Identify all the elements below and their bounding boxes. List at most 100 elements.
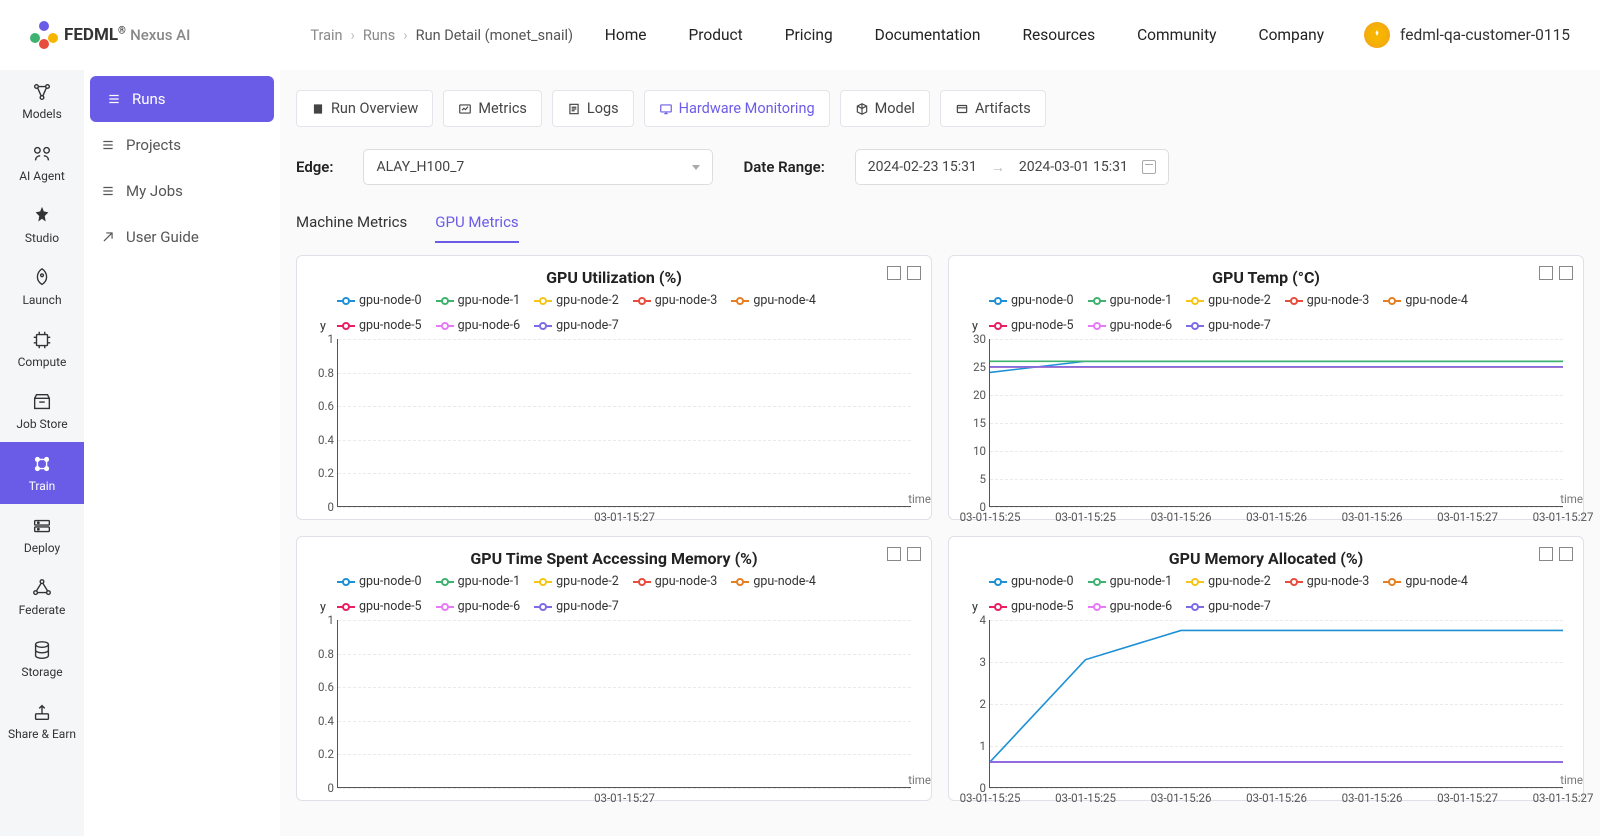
legend-item[interactable]: gpu-node-4 — [731, 574, 816, 589]
topmenu-item-product[interactable]: Product — [689, 26, 743, 44]
legend-item[interactable]: gpu-node-4 — [731, 293, 816, 308]
rail-label: AI Agent — [19, 169, 65, 183]
legend-item[interactable]: gpu-node-5 — [989, 599, 1074, 614]
user-menu[interactable]: fedml-qa-customer-0115 — [1364, 22, 1570, 48]
rail-item-job-store[interactable]: Job Store — [0, 380, 84, 442]
rail-item-studio[interactable]: Studio — [0, 194, 84, 256]
legend-item[interactable]: gpu-node-4 — [1383, 574, 1468, 589]
chart-legend: gpu-node-0 gpu-node-1 gpu-node-2 gpu-node-3… — [959, 293, 1573, 337]
y-tick: 1 — [308, 332, 334, 346]
storage-icon — [31, 639, 53, 661]
edge-select[interactable]: ALAY_H100_7 — [363, 149, 713, 185]
rail-item-share-earn[interactable]: Share & Earn — [0, 690, 84, 752]
x-tick: 03-01-15:26 — [1246, 791, 1307, 805]
tab-metrics[interactable]: Metrics — [443, 90, 542, 127]
legend-item[interactable]: gpu-node-3 — [633, 574, 718, 589]
legend-item[interactable]: gpu-node-0 — [337, 574, 422, 589]
rail-item-models[interactable]: Models — [0, 70, 84, 132]
chart-plot[interactable]: y05101520253003-01-15:2503-01-15:2503-01… — [989, 339, 1563, 507]
legend-item[interactable]: gpu-node-3 — [1285, 293, 1370, 308]
tab-artifacts[interactable]: Artifacts — [940, 90, 1046, 127]
topmenu-item-home[interactable]: Home — [605, 26, 647, 44]
legend-item[interactable]: gpu-node-3 — [633, 293, 718, 308]
chart-zoom-icon[interactable] — [1539, 266, 1553, 280]
legend-item[interactable]: gpu-node-3 — [1285, 574, 1370, 589]
chart-reset-icon[interactable] — [1559, 266, 1573, 280]
legend-item[interactable]: gpu-node-5 — [337, 318, 422, 333]
legend-label: gpu-node-4 — [1405, 574, 1468, 589]
y-tick: 15 — [960, 416, 986, 430]
sidebar-item-my-jobs[interactable]: My Jobs — [84, 168, 280, 214]
subtab-machine-metrics[interactable]: Machine Metrics — [296, 207, 407, 243]
brand-name: FEDML® Nexus AI — [64, 25, 190, 45]
chart-reset-icon[interactable] — [907, 547, 921, 561]
legend-item[interactable]: gpu-node-0 — [337, 293, 422, 308]
brand-logo[interactable]: FEDML® Nexus AI — [30, 21, 190, 49]
tab-hardware-monitoring[interactable]: Hardware Monitoring — [644, 90, 830, 127]
legend-item[interactable]: gpu-node-4 — [1383, 293, 1468, 308]
legend-item[interactable]: gpu-node-1 — [1088, 293, 1173, 308]
tab-model[interactable]: Model — [840, 90, 930, 127]
topmenu-item-community[interactable]: Community — [1137, 26, 1216, 44]
legend-label: gpu-node-6 — [458, 318, 521, 333]
breadcrumb-train[interactable]: Train — [310, 27, 342, 44]
subtab-gpu-metrics[interactable]: GPU Metrics — [435, 207, 518, 243]
tab-logs[interactable]: Logs — [552, 90, 634, 127]
chart-plot[interactable]: y00.20.40.60.8103-01-15:27time — [337, 620, 911, 788]
legend-item[interactable]: gpu-node-0 — [989, 574, 1074, 589]
y-tick: 0.4 — [308, 433, 334, 447]
legend-item[interactable]: gpu-node-0 — [989, 293, 1074, 308]
rail-item-launch[interactable]: Launch — [0, 256, 84, 318]
rail-item-compute[interactable]: Compute — [0, 318, 84, 380]
sidebar-item-runs[interactable]: Runs — [90, 76, 274, 122]
federate-icon — [31, 577, 53, 599]
y-tick: 0.8 — [308, 366, 334, 380]
train-icon — [31, 453, 53, 475]
tab-label: Metrics — [478, 100, 527, 117]
legend-item[interactable]: gpu-node-7 — [534, 318, 619, 333]
legend-item[interactable]: gpu-node-5 — [989, 318, 1074, 333]
sidebar-item-projects[interactable]: Projects — [84, 122, 280, 168]
date-range-picker[interactable]: 2024-02-23 15:31 → 2024-03-01 15:31 — [855, 149, 1169, 185]
rail-label: Share & Earn — [8, 727, 76, 741]
legend-item[interactable]: gpu-node-7 — [1186, 599, 1271, 614]
rail-item-deploy[interactable]: Deploy — [0, 504, 84, 566]
sidebar-item-user-guide[interactable]: User Guide — [84, 214, 280, 260]
legend-item[interactable]: gpu-node-5 — [337, 599, 422, 614]
tab-run-overview[interactable]: Run Overview — [296, 90, 433, 127]
legend-item[interactable]: gpu-node-7 — [534, 599, 619, 614]
legend-item[interactable]: gpu-node-6 — [436, 318, 521, 333]
legend-item[interactable]: gpu-node-2 — [1186, 293, 1271, 308]
rail-item-storage[interactable]: Storage — [0, 628, 84, 690]
rail-item-federate[interactable]: Federate — [0, 566, 84, 628]
topmenu-item-company[interactable]: Company — [1258, 26, 1324, 44]
topmenu-item-pricing[interactable]: Pricing — [785, 26, 833, 44]
legend-item[interactable]: gpu-node-7 — [1186, 318, 1271, 333]
legend-item[interactable]: gpu-node-6 — [436, 599, 521, 614]
legend-item[interactable]: gpu-node-1 — [436, 293, 521, 308]
legend-item[interactable]: gpu-node-6 — [1088, 318, 1173, 333]
chart-zoom-icon[interactable] — [1539, 547, 1553, 561]
legend-marker-icon — [1186, 578, 1204, 586]
legend-item[interactable]: gpu-node-6 — [1088, 599, 1173, 614]
y-tick: 25 — [960, 360, 986, 374]
breadcrumb-runs[interactable]: Runs — [363, 27, 395, 44]
chart-plot[interactable]: y00.20.40.60.8103-01-15:27time — [337, 339, 911, 507]
chart-zoom-icon[interactable] — [887, 547, 901, 561]
tab-label: Artifacts — [975, 100, 1031, 117]
rail-item-train[interactable]: Train — [0, 442, 84, 504]
legend-item[interactable]: gpu-node-1 — [436, 574, 521, 589]
rail-item-ai-agent[interactable]: AI Agent — [0, 132, 84, 194]
chart-zoom-icon[interactable] — [887, 266, 901, 280]
tab-label: Model — [875, 100, 915, 117]
topmenu-item-resources[interactable]: Resources — [1022, 26, 1095, 44]
legend-item[interactable]: gpu-node-1 — [1088, 574, 1173, 589]
topmenu-item-documentation[interactable]: Documentation — [875, 26, 981, 44]
legend-item[interactable]: gpu-node-2 — [534, 293, 619, 308]
chart-plot[interactable]: y0123403-01-15:2503-01-15:2503-01-15:260… — [989, 620, 1563, 788]
y-tick: 0.8 — [308, 647, 334, 661]
chart-reset-icon[interactable] — [1559, 547, 1573, 561]
legend-item[interactable]: gpu-node-2 — [534, 574, 619, 589]
chart-reset-icon[interactable] — [907, 266, 921, 280]
legend-item[interactable]: gpu-node-2 — [1186, 574, 1271, 589]
